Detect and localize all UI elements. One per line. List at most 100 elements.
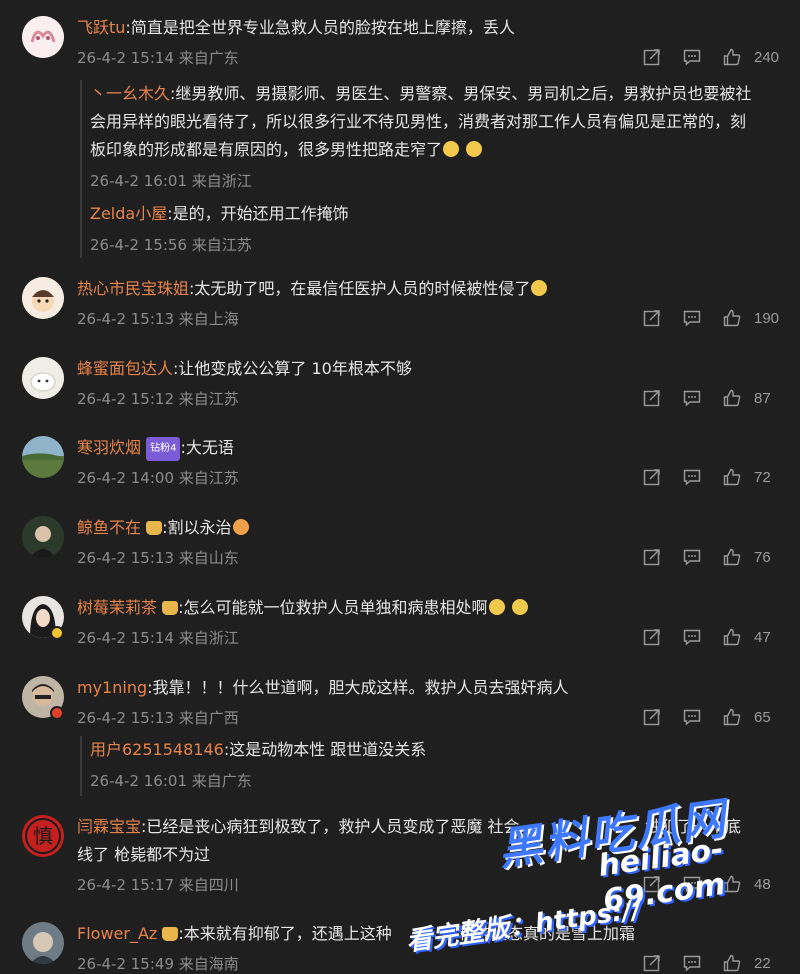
like-icon[interactable] [712, 706, 752, 728]
like-count: 72 [754, 468, 771, 486]
like-icon[interactable] [712, 46, 752, 68]
like-icon[interactable] [712, 466, 752, 488]
comment-location: 来自广西 [178, 709, 239, 727]
comment-icon[interactable] [672, 952, 712, 974]
avatar[interactable] [22, 436, 64, 478]
avatar[interactable] [22, 516, 64, 558]
comment-location: 来自山东 [178, 549, 239, 567]
comment-actions: 65 [632, 706, 780, 728]
comment-line: 树莓茉莉茶 :怎么可能就一位救护人员单独和病患相处啊 [77, 597, 529, 619]
comment-line: Flower_Az :本来就有抑郁了，还遇上这种 [77, 923, 392, 945]
username[interactable]: 热心市民宝珠姐 [77, 279, 189, 298]
comment-line: my1ning:我靠！！！什么世道啊，胆大成这样。救护人员去强奸病人 [77, 677, 569, 699]
comment-time: 26-4-2 15:13 [77, 549, 174, 567]
comment-location: 来自广东 [178, 49, 239, 67]
like-count: 47 [754, 628, 771, 646]
comment-text: :太无助了吧，在最信任医护人员的时候被性侵了 [189, 279, 531, 298]
reply-content-3: 板印象的形成都是有原因的，很多男性把路走窄了 [90, 140, 443, 159]
reply-username[interactable]: Zelda小屋 [90, 204, 167, 223]
share-icon[interactable] [632, 46, 672, 68]
comment-location: 来自浙江 [178, 629, 239, 647]
reply-list: 丶一幺木久:继男教师、男摄影师、男医生、男警察、男保安、男司机之后，男救护员也要… [80, 80, 782, 258]
like-icon[interactable] [712, 546, 752, 568]
comment-actions: 22 [632, 952, 780, 974]
username[interactable]: 树莓茉莉茶 [77, 598, 157, 617]
reply-username[interactable]: 用户6251548146 [90, 740, 224, 759]
comment-actions: 47 [632, 626, 780, 648]
comment-time: 26-4-2 15:13 [77, 709, 174, 727]
like-icon[interactable] [712, 387, 752, 409]
comment-actions: 87 [632, 387, 780, 409]
like-count: 76 [754, 548, 771, 566]
reply-location: 来自浙江 [191, 172, 252, 190]
comment-icon[interactable] [672, 546, 712, 568]
reply-username[interactable]: 丶一幺木久 [90, 84, 170, 103]
like-count: 240 [754, 48, 780, 66]
username[interactable]: 寒羽炊烟 [77, 438, 141, 457]
comment-text: :本来就有抑郁了，还遇上这种 [178, 924, 392, 943]
like-icon[interactable] [712, 952, 752, 974]
comment-line: 闫霖宝宝:已经是丧心病狂到极致了，救护人员变成了恶魔 社会 [77, 816, 520, 838]
like-icon[interactable] [712, 307, 752, 329]
comment-actions: 72 [632, 466, 780, 488]
reply-location: 来自广东 [191, 772, 252, 790]
comment-icon[interactable] [672, 387, 712, 409]
share-icon[interactable] [632, 307, 672, 329]
comment-text: :让他变成公公算了 10年根本不够 [173, 359, 412, 378]
like-count: 22 [754, 954, 771, 972]
comment-icon[interactable] [672, 626, 712, 648]
share-icon[interactable] [632, 952, 672, 974]
comment-actions: 240 [632, 46, 780, 68]
comment-text: :简直是把全世界专业急救人员的脸按在地上摩擦，丢人 [125, 18, 515, 37]
comment-location: 来自海南 [178, 955, 239, 973]
avatar[interactable] [22, 277, 64, 319]
comment-time: 26-4-2 15:49 [77, 955, 174, 973]
comment-line: 蜂蜜面包达人:让他变成公公算了 10年根本不够 [77, 358, 412, 380]
username[interactable]: 飞跃tu [77, 18, 125, 37]
comment-location: 来自江苏 [178, 390, 239, 408]
like-icon[interactable] [712, 626, 752, 648]
comment-icon[interactable] [672, 46, 712, 68]
avatar[interactable]: 慎 [22, 815, 64, 857]
username[interactable]: 闫霖宝宝 [77, 817, 141, 836]
reply-content: :这是动物本性 跟世道没关系 [223, 740, 427, 759]
like-count: 65 [754, 708, 771, 726]
reply-time: 26-4-2 16:01 [90, 172, 187, 190]
avatar[interactable] [22, 16, 64, 58]
comment-meta: 26-4-2 15:17 来自四川 [77, 874, 239, 895]
comment-text-2: 线了 枪毙都不为过 [77, 845, 211, 864]
comment-meta: 26-4-2 15:13 来自广西 [77, 707, 239, 728]
reply-time: 26-4-2 16:01 [90, 772, 187, 790]
comment-icon[interactable] [672, 706, 712, 728]
cat-emoji-icon [232, 519, 249, 535]
share-icon[interactable] [632, 706, 672, 728]
comment-time: 26-4-2 15:17 [77, 876, 174, 894]
share-icon[interactable] [632, 546, 672, 568]
comment-line: 热心市民宝珠姐:太无助了吧，在最信任医护人员的时候被性侵了 [77, 278, 548, 300]
verified-badge-icon [50, 706, 64, 720]
emoji-icon [511, 599, 528, 615]
username[interactable]: my1ning [77, 678, 147, 697]
comment-meta: 26-4-2 15:12 来自江苏 [77, 388, 239, 409]
username[interactable]: Flower_Az [77, 924, 157, 943]
reply-text-line2: 会用异样的眼光看待了，所以很多行业不待见男性，消费者对那工作人员有偏见是正常的，… [90, 108, 746, 136]
emoji-icon [488, 599, 505, 615]
share-icon[interactable] [632, 626, 672, 648]
reply-time: 26-4-2 15:56 [90, 236, 187, 254]
reply-meta: 26-4-2 16:01 来自广东 [90, 770, 252, 791]
comment-line: 寒羽炊烟 钻粉4:大无语 [77, 437, 234, 461]
avatar[interactable] [22, 922, 64, 964]
comment-meta: 26-4-2 14:00 来自江苏 [77, 467, 239, 488]
comment-icon[interactable] [672, 307, 712, 329]
share-icon[interactable] [632, 466, 672, 488]
verified-badge-icon [50, 626, 64, 640]
comment-time: 26-4-2 14:00 [77, 469, 174, 487]
comment-location: 来自四川 [178, 876, 239, 894]
comment-icon[interactable] [672, 466, 712, 488]
avatar[interactable] [22, 357, 64, 399]
share-icon[interactable] [632, 387, 672, 409]
comment-text: :割以永治 [162, 518, 232, 537]
comment-meta: 26-4-2 15:14 来自浙江 [77, 627, 239, 648]
username[interactable]: 鲸鱼不在 [77, 518, 141, 537]
username[interactable]: 蜂蜜面包达人 [77, 359, 173, 378]
